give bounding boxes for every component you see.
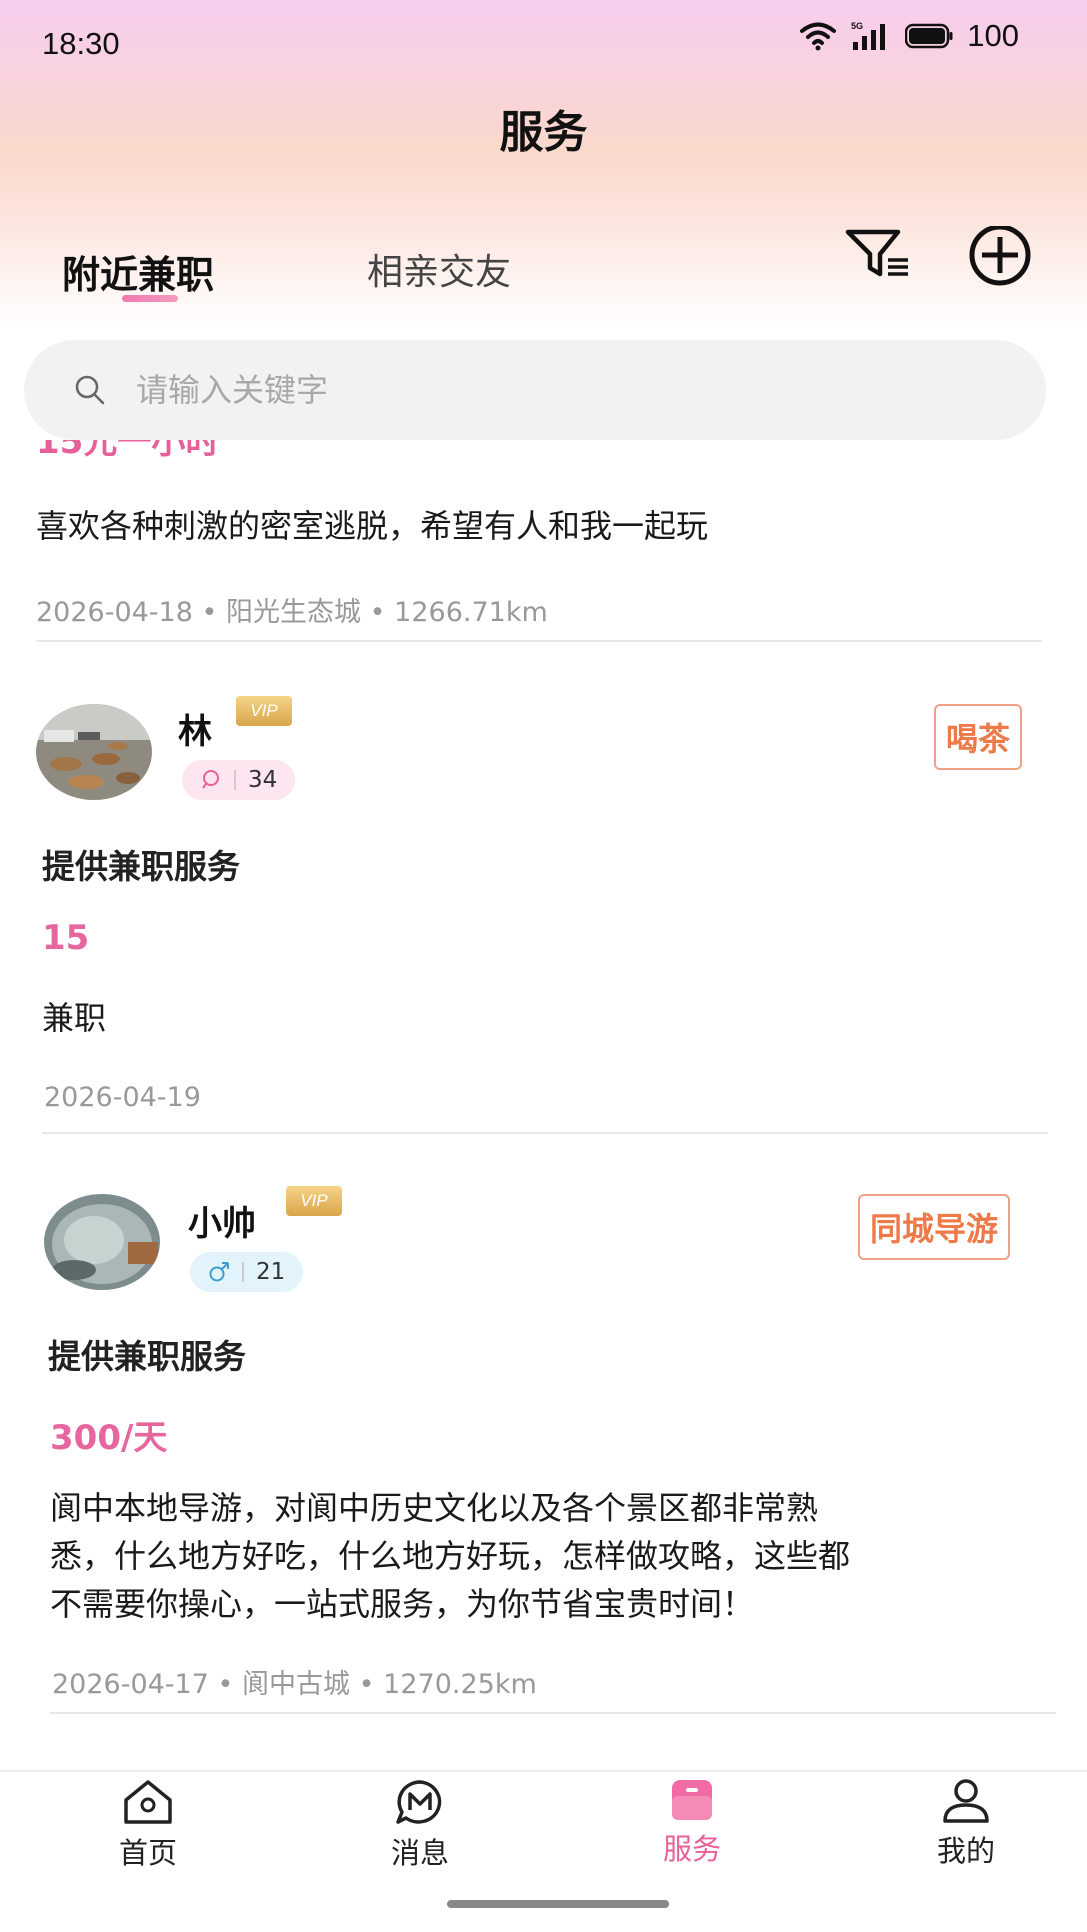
tab-nearby-jobs[interactable]: 附近兼职 — [62, 244, 214, 299]
post-date: 2026-04-17 — [52, 1669, 209, 1700]
post-distance: 1266.71km — [394, 597, 548, 628]
network-label: 5G — [851, 21, 863, 31]
pill-separator — [242, 1262, 244, 1282]
post-title: 提供兼职服务 — [48, 1337, 246, 1376]
pill-separator — [234, 770, 236, 790]
avatar[interactable] — [36, 704, 152, 800]
post-divider — [42, 1132, 1048, 1134]
post-meta: 2026-04-17 • 阆中古城 • 1270.25km — [52, 1662, 537, 1701]
description-line: 阆中本地导游，对阆中历史文化以及各个景区都非常熟 — [50, 1489, 819, 1527]
nav-label: 首页 — [118, 1836, 177, 1870]
service-icon — [672, 1780, 712, 1820]
category-tag: 同城导游 — [858, 1194, 1011, 1260]
avatar-image — [36, 704, 152, 800]
post-location: 阆中古城 — [242, 1669, 351, 1700]
nav-label: 消息 — [390, 1836, 449, 1870]
nav-label: 服务 — [662, 1832, 721, 1866]
post-divider — [50, 1712, 1056, 1714]
plus-circle-icon[interactable] — [966, 226, 1036, 286]
nav-item-profile[interactable]: 我的 — [896, 1772, 1036, 1870]
post-price: 15 — [42, 918, 90, 958]
page-title: 服务 — [499, 107, 588, 158]
nav-item-messages[interactable]: 消息 — [350, 1772, 490, 1872]
wifi-icon — [800, 22, 837, 51]
meta-separator: • — [358, 1669, 375, 1700]
tab-dating[interactable]: 相亲交友 — [367, 243, 511, 295]
profile-icon — [943, 1779, 989, 1823]
signal-icon: 5G — [851, 21, 886, 50]
avatar[interactable] — [44, 1194, 160, 1290]
post-description: 阆中本地导游，对阆中历史文化以及各个景区都非常熟 悉，什么地方好吃，什么地方好玩… — [50, 1484, 850, 1628]
post-price: 300/天 — [50, 1418, 168, 1458]
nav-item-home[interactable]: 首页 — [78, 1772, 218, 1872]
meta-separator: • — [217, 1669, 234, 1700]
message-icon — [396, 1780, 442, 1824]
post-location: 阳光生态城 — [226, 597, 362, 628]
vip-badge: VIP — [236, 696, 292, 726]
male-icon — [209, 1262, 229, 1282]
status-icons: 5G 100 — [799, 16, 1019, 56]
status-time: 18:30 — [42, 26, 120, 61]
status-bar: 18:30 5G 100 — [0, 0, 1087, 90]
search-input[interactable] — [136, 371, 936, 409]
age: 21 — [256, 1259, 286, 1285]
meta-separator: • — [369, 597, 386, 628]
username: 小帅 — [188, 1204, 256, 1244]
avatar-image — [44, 1194, 160, 1290]
search-icon — [75, 375, 105, 405]
gender-age-pill: 21 — [190, 1252, 304, 1292]
home-indicator — [447, 1900, 669, 1908]
nav-label: 我的 — [936, 1834, 995, 1868]
home-icon — [124, 1780, 172, 1824]
age: 34 — [248, 767, 278, 793]
partial-post-price: 15元一小时 — [36, 440, 220, 462]
partial-post-meta: 2026-04-18 • 阳光生态城 • 1266.71km — [36, 590, 548, 629]
female-icon — [202, 770, 219, 789]
username: 林 — [178, 712, 212, 752]
description-line: 不需要你操心，一站式服务，为你节省宝贵时间！ — [50, 1585, 755, 1623]
post-feed[interactable]: 15元一小时 喜欢各种刺激的密室逃脱，希望有人和我一起玩 2026-04-18 … — [0, 440, 1087, 1770]
category-tag: 喝茶 — [934, 704, 1023, 770]
vip-badge: VIP — [286, 1186, 342, 1216]
search-bar[interactable] — [24, 340, 1046, 440]
post-divider — [36, 640, 1042, 642]
nav-item-services[interactable]: 服务 — [622, 1772, 762, 1868]
description-line: 悉，什么地方好吃，什么地方好玩，怎样做攻略，这些都 — [50, 1537, 851, 1575]
battery-level: 100 — [967, 18, 1019, 53]
battery-icon — [905, 23, 953, 49]
post-description: 兼职 — [42, 999, 107, 1037]
meta-separator: • — [201, 597, 218, 628]
post-distance: 1270.25km — [383, 1669, 537, 1700]
tab-active-indicator — [122, 295, 178, 302]
filter-icon[interactable] — [844, 226, 914, 282]
post-date: 2026-04-19 — [44, 1082, 201, 1113]
post-date: 2026-04-18 — [36, 597, 193, 628]
gender-age-pill: 34 — [182, 760, 296, 800]
partial-post-description: 喜欢各种刺激的密室逃脱，希望有人和我一起玩 — [36, 507, 709, 545]
post-title: 提供兼职服务 — [42, 847, 240, 886]
